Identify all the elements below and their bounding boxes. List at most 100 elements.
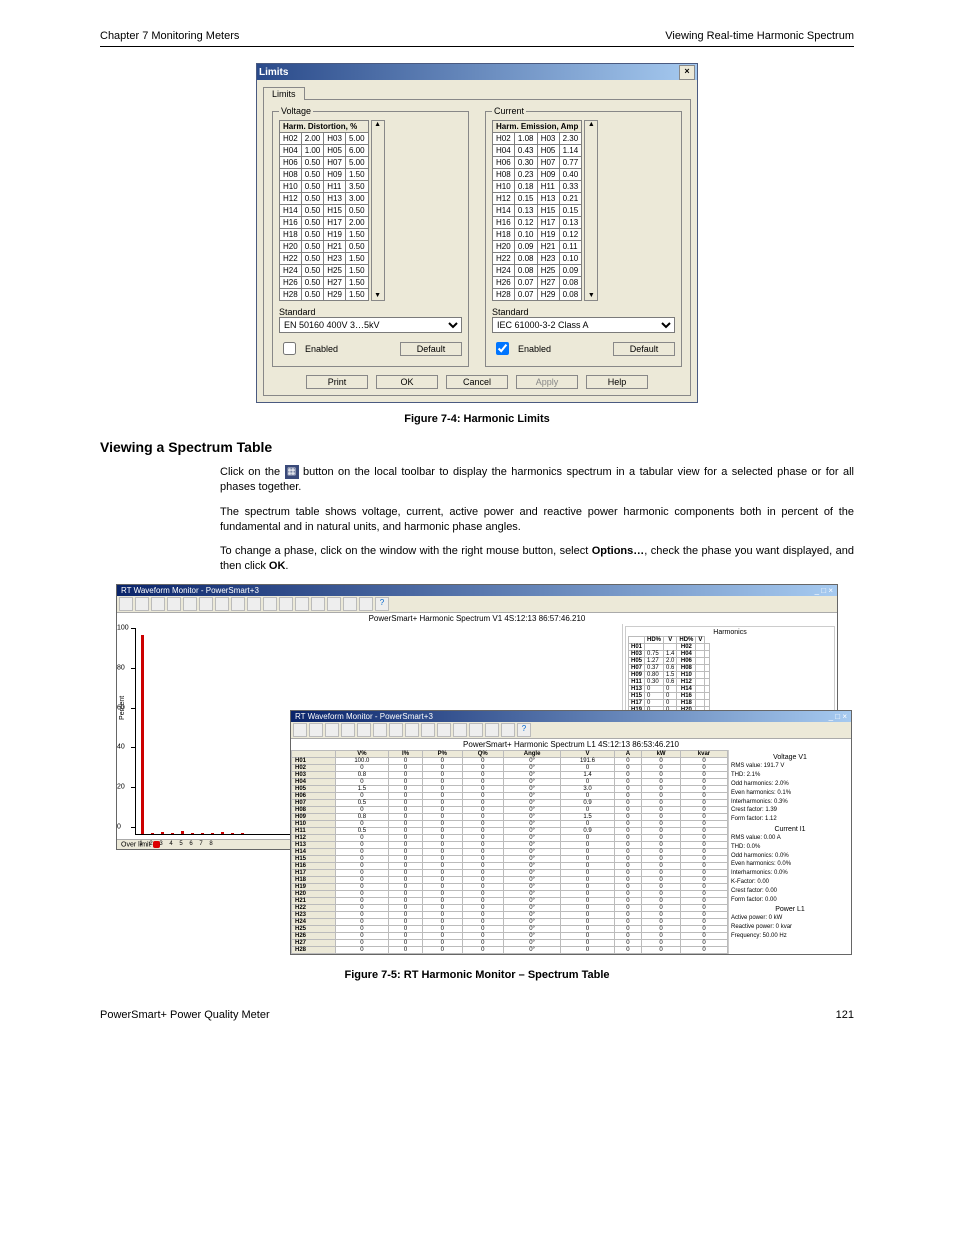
table-row[interactable]: H180.10H190.12 — [493, 229, 582, 241]
toolbar-icon[interactable] — [247, 597, 261, 611]
current-enabled-checkbox[interactable] — [496, 342, 509, 355]
voltage-legend: Voltage — [279, 106, 313, 116]
table-row[interactable]: H200.09H210.11 — [493, 241, 582, 253]
table-row[interactable]: H080.23H090.40 — [493, 169, 582, 181]
ok-button[interactable]: OK — [376, 375, 438, 389]
toolbar-icon[interactable] — [357, 723, 371, 737]
toolbar-icon[interactable] — [421, 723, 435, 737]
toolbar-icon[interactable] — [279, 597, 293, 611]
window-title: RT Waveform Monitor - PowerSmart+3 — [295, 712, 433, 721]
table-row[interactable]: H160.12H170.13 — [493, 217, 582, 229]
toolbar-icon[interactable] — [373, 723, 387, 737]
table-row: H1000000°0000 — [292, 821, 728, 828]
table-row[interactable]: H280.50H291.50 — [280, 289, 369, 301]
table-row[interactable]: H021.08H032.30 — [493, 133, 582, 145]
table-row[interactable]: H140.50H150.50 — [280, 205, 369, 217]
toolbar-icon[interactable] — [469, 723, 483, 737]
apply-button[interactable]: Apply — [516, 375, 578, 389]
help-icon[interactable]: ? — [517, 723, 531, 737]
table-row: H1600000°0000 — [292, 863, 728, 870]
toolbar-icon[interactable] — [295, 597, 309, 611]
standard-label: Standard — [279, 307, 462, 317]
table-row[interactable]: H260.07H270.08 — [493, 277, 582, 289]
toolbar-icon[interactable] — [231, 597, 245, 611]
footer-left: PowerSmart+ Power Quality Meter — [100, 1009, 270, 1021]
grid-icon: ▦ — [285, 465, 299, 479]
toolbar-icon[interactable] — [325, 723, 339, 737]
table-row[interactable]: H240.08H250.09 — [493, 265, 582, 277]
toolbar-icon[interactable] — [183, 597, 197, 611]
toolbar-icon[interactable] — [199, 597, 213, 611]
figure-caption-2: Figure 7-5: RT Harmonic Monitor – Spectr… — [100, 969, 854, 981]
table-row[interactable]: H240.50H251.50 — [280, 265, 369, 277]
table-row[interactable]: H120.15H130.21 — [493, 193, 582, 205]
table-row[interactable]: H140.13H150.15 — [493, 205, 582, 217]
toolbar-icon[interactable] — [135, 597, 149, 611]
voltage-grid-title: Harm. Distortion, % — [280, 121, 369, 133]
toolbar-icon[interactable] — [167, 597, 181, 611]
toolbar-icon[interactable] — [437, 723, 451, 737]
print-button[interactable]: Print — [306, 375, 368, 389]
toolbar[interactable]: ? — [291, 722, 851, 739]
toolbar-icon[interactable] — [119, 597, 133, 611]
current-legend: Current — [492, 106, 526, 116]
table-row[interactable]: H160.50H172.00 — [280, 217, 369, 229]
table-row[interactable]: H100.18H110.33 — [493, 181, 582, 193]
table-row[interactable]: H200.50H210.50 — [280, 241, 369, 253]
current-standard-select[interactable]: IEC 61000-3-2 Class A — [492, 317, 675, 333]
window-controls-icon[interactable]: _ □ × — [815, 586, 833, 595]
table-row[interactable]: H041.00H056.00 — [280, 145, 369, 157]
table-row[interactable]: H060.30H070.77 — [493, 157, 582, 169]
standard-label: Standard — [492, 307, 675, 317]
help-icon[interactable]: ? — [375, 597, 389, 611]
toolbar-icon[interactable] — [343, 597, 357, 611]
table-row: H0400000°0000 — [292, 779, 728, 786]
voltage-standard-select[interactable]: EN 50160 400V 3…5kV — [279, 317, 462, 333]
toolbar-icon[interactable] — [215, 597, 229, 611]
table-row[interactable]: H120.50H133.00 — [280, 193, 369, 205]
table-row[interactable]: H180.50H191.50 — [280, 229, 369, 241]
voltage-default-button[interactable]: Default — [400, 342, 462, 356]
current-grid[interactable]: Harm. Emission, Amp H021.08H032.30H040.4… — [492, 120, 582, 301]
toolbar-icon[interactable] — [359, 597, 373, 611]
tab-limits[interactable]: Limits — [263, 87, 305, 100]
toolbar-icon[interactable] — [389, 723, 403, 737]
voltage-grid[interactable]: Harm. Distortion, % H022.00H035.00H041.0… — [279, 120, 369, 301]
toolbar-icon[interactable] — [309, 723, 323, 737]
cancel-button[interactable]: Cancel — [446, 375, 508, 389]
toolbar-icon[interactable] — [311, 597, 325, 611]
toolbar-icon[interactable] — [485, 723, 499, 737]
help-button[interactable]: Help — [586, 375, 648, 389]
toolbar[interactable]: ? — [117, 596, 837, 613]
toolbar-icon[interactable] — [263, 597, 277, 611]
window-title: RT Waveform Monitor - PowerSmart+3 — [121, 586, 259, 595]
toolbar-icon[interactable] — [151, 597, 165, 611]
table-row: H0800000°0000 — [292, 807, 728, 814]
table-row[interactable]: H220.50H231.50 — [280, 253, 369, 265]
toolbar-icon[interactable] — [327, 597, 341, 611]
scrollbar-icon[interactable]: ▲▼ — [371, 120, 385, 301]
toolbar-icon[interactable] — [501, 723, 515, 737]
table-row: H090.80000°1.5000 — [292, 814, 728, 821]
voltage-enabled-checkbox[interactable] — [283, 342, 296, 355]
window-controls-icon[interactable]: _ □ × — [829, 712, 847, 721]
toolbar-icon[interactable] — [293, 723, 307, 737]
toolbar-icon[interactable] — [453, 723, 467, 737]
side-title-current: Current I1 — [731, 826, 849, 833]
footer-page: 121 — [836, 1009, 854, 1021]
table-row[interactable]: H100.50H113.50 — [280, 181, 369, 193]
table-row[interactable]: H220.08H230.10 — [493, 253, 582, 265]
scrollbar-icon[interactable]: ▲▼ — [584, 120, 598, 301]
close-icon[interactable]: × — [679, 65, 695, 80]
toolbar-icon[interactable] — [405, 723, 419, 737]
table-row: H1300000°0000 — [292, 842, 728, 849]
toolbar-icon[interactable] — [341, 723, 355, 737]
table-row[interactable]: H080.50H091.50 — [280, 169, 369, 181]
table-row[interactable]: H040.43H051.14 — [493, 145, 582, 157]
current-default-button[interactable]: Default — [613, 342, 675, 356]
table-row[interactable]: H260.50H271.50 — [280, 277, 369, 289]
table-row: H030.80000°1.4000 — [292, 772, 728, 779]
table-row[interactable]: H280.07H290.08 — [493, 289, 582, 301]
table-row[interactable]: H022.00H035.00 — [280, 133, 369, 145]
table-row[interactable]: H060.50H075.00 — [280, 157, 369, 169]
